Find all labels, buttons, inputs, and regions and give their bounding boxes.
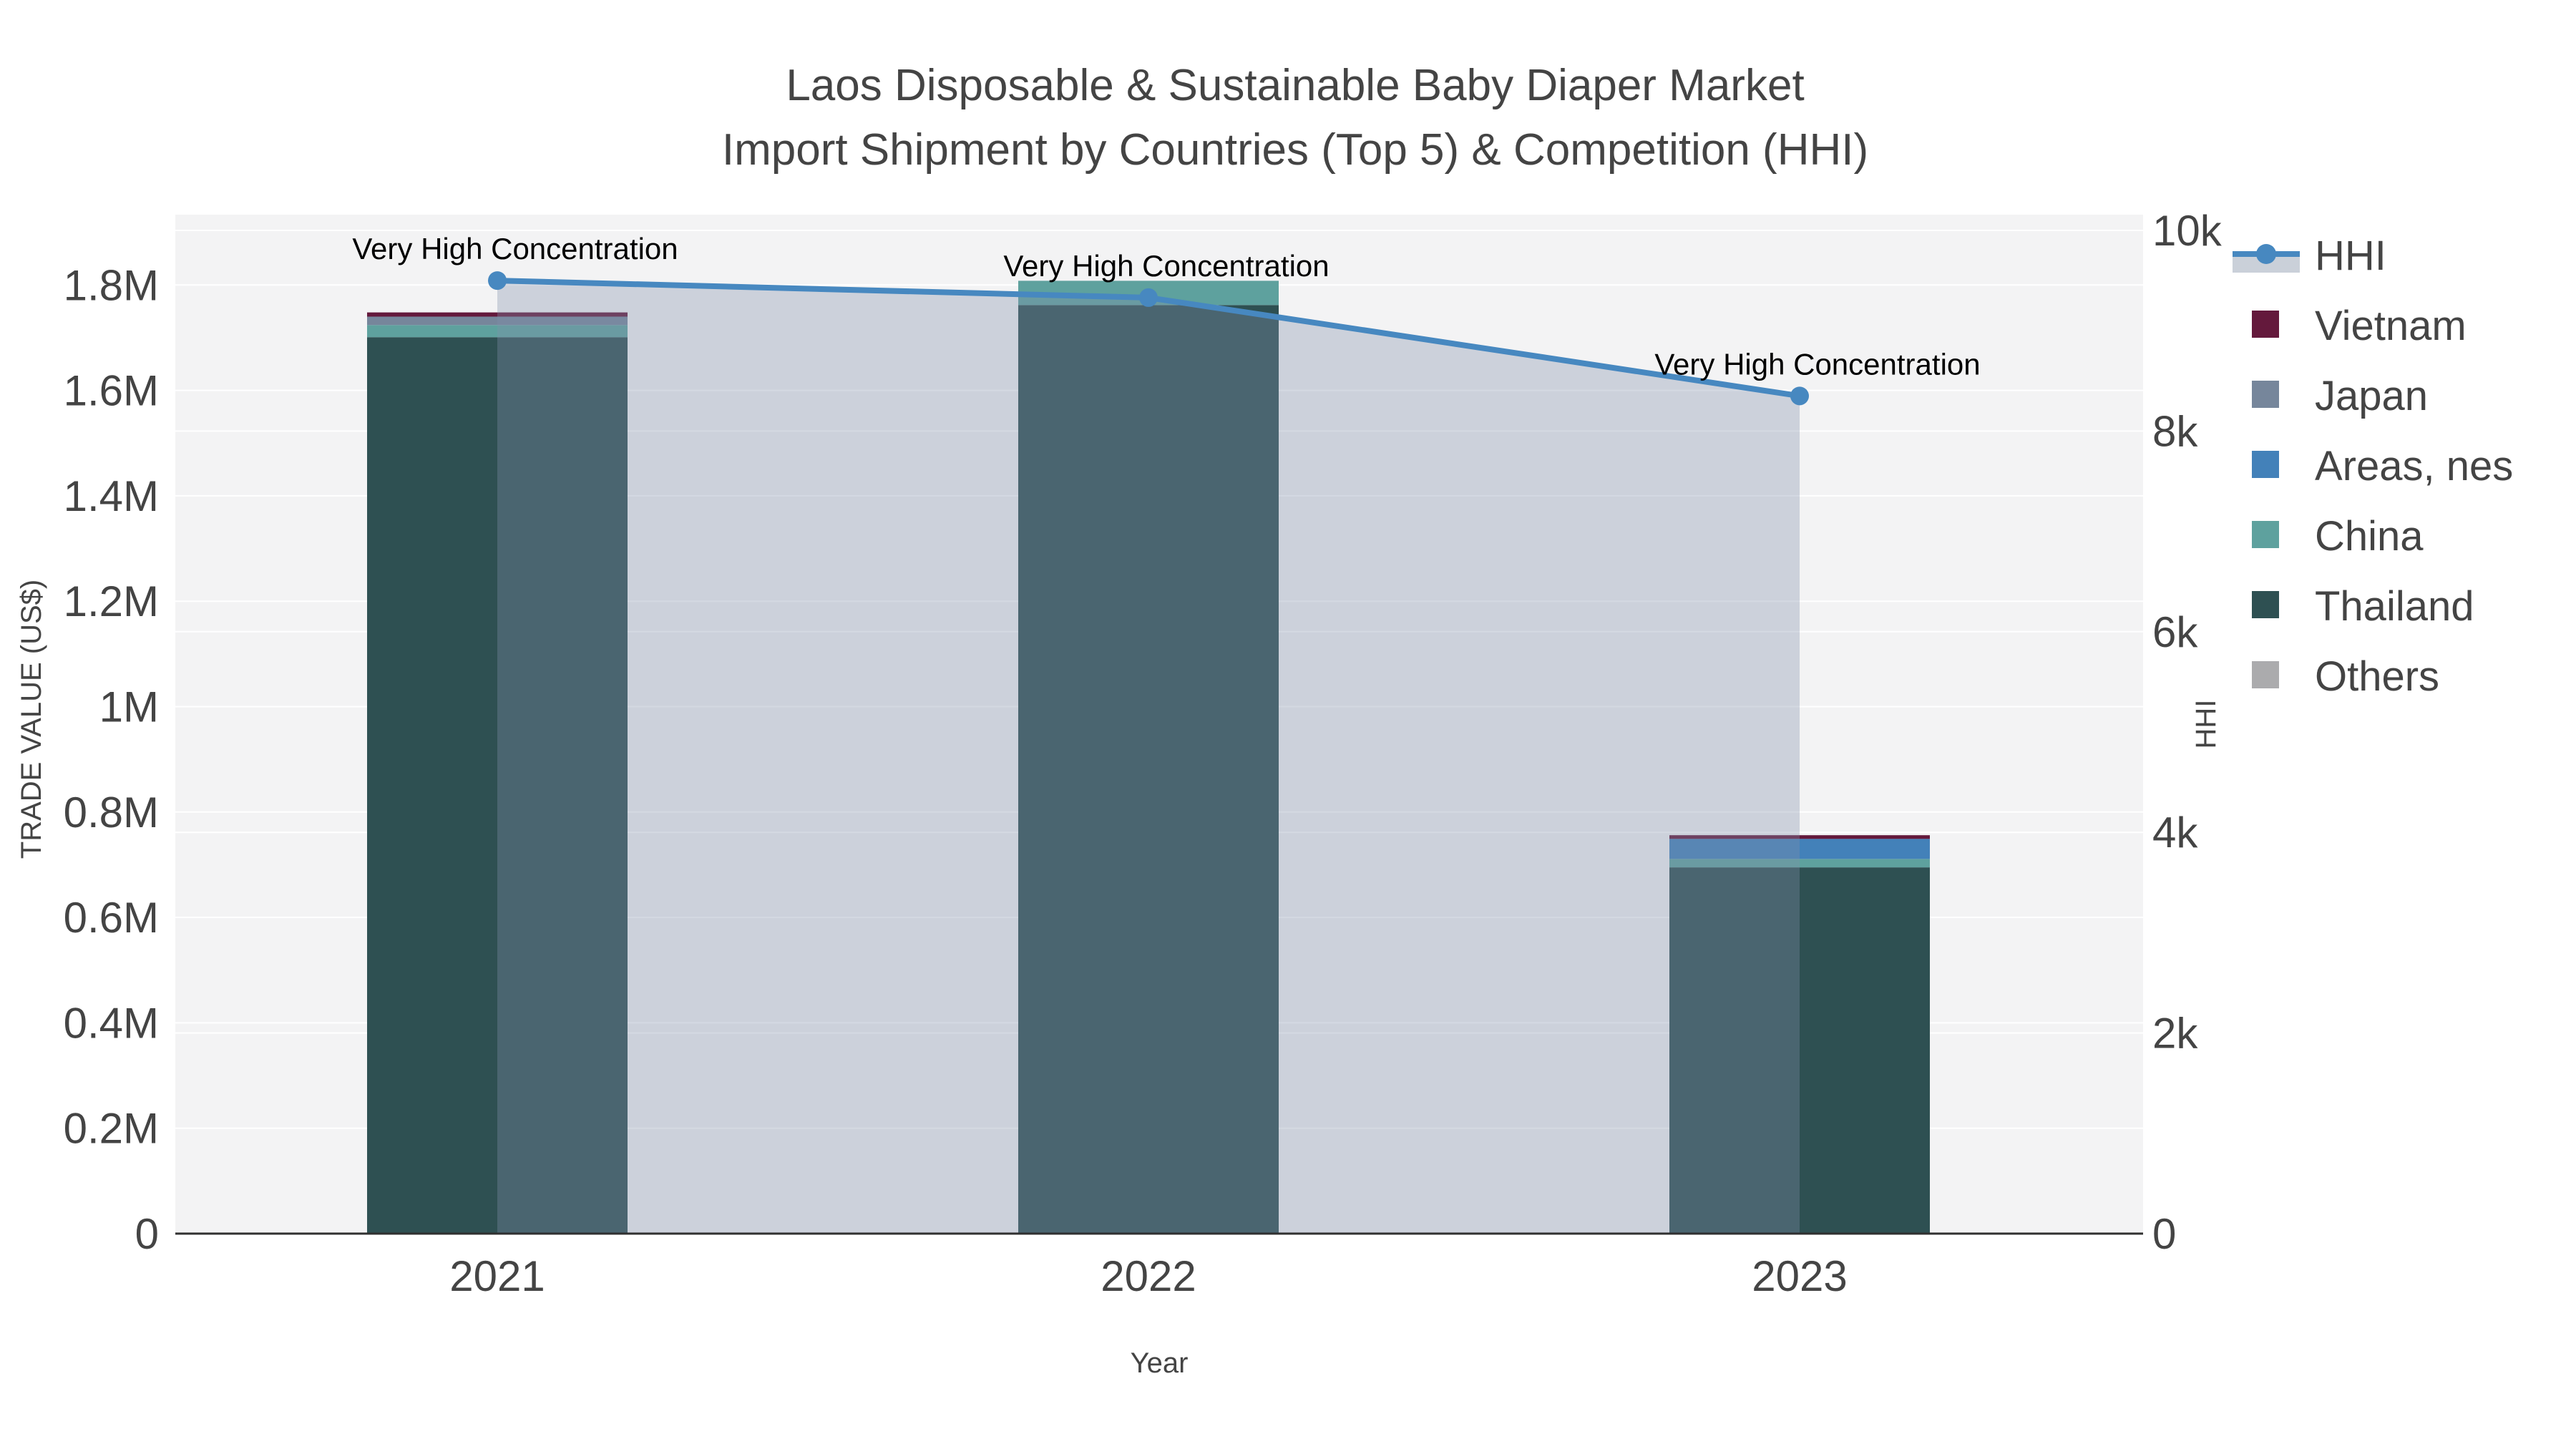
legend-item-vietnam[interactable]: Vietnam [2252, 303, 2467, 349]
right-tick-8k: 8k [2152, 407, 2198, 455]
chart-title-line1: Laos Disposable & Sustainable Baby Diape… [786, 61, 1804, 110]
legend-label-hhi: HHI [2315, 233, 2386, 279]
x-axis-title: Year [1131, 1347, 1189, 1379]
diaper-market-chart: 0 0.2M 0.4M 0.6M 0.8M 1M 1.2M 1.4M 1.6M 1.8M 0 2k 4k… [16, 61, 2513, 1379]
legend-swatch-vietnam [2252, 311, 2279, 338]
left-tick-1.6M: 1.6M [64, 367, 159, 415]
right-tick-2k: 2k [2152, 1010, 2198, 1058]
right-tick-6k: 6k [2152, 608, 2198, 656]
left-tick-0.4M: 0.4M [64, 999, 159, 1047]
legend-label-others: Others [2315, 653, 2439, 700]
left-tick-1M: 1M [99, 683, 159, 731]
legend-label-vietnam: Vietnam [2315, 303, 2467, 349]
x-tick-2022: 2022 [1101, 1252, 1196, 1300]
legend-item-hhi[interactable]: HHI [2233, 233, 2386, 279]
legend-label-areas-nes: Areas, nes [2315, 443, 2513, 489]
legend-item-thailand[interactable]: Thailand [2252, 583, 2474, 630]
hhi-marker-2021[interactable] [488, 271, 507, 291]
left-tick-1.4M: 1.4M [64, 472, 159, 520]
legend-label-china: China [2315, 513, 2424, 560]
left-tick-0.2M: 0.2M [64, 1105, 159, 1153]
legend: HHI Vietnam Japan Areas, nes China Thailand Ot… [2233, 233, 2513, 700]
legend-label-japan: Japan [2315, 373, 2428, 419]
left-axis-title: TRADE VALUE (US$) [16, 580, 47, 859]
annotation-2022: Very High Concentration [1003, 249, 1329, 283]
right-tick-10k: 10k [2152, 207, 2223, 255]
hhi-area-fill [497, 280, 1800, 1234]
annotation-2023: Very High Concentration [1654, 347, 1980, 381]
left-tick-1.2M: 1.2M [64, 577, 159, 625]
hhi-area-layer [497, 280, 1800, 1234]
hhi-marker-2022[interactable] [1139, 288, 1158, 307]
legend-swatch-thailand [2252, 591, 2279, 618]
right-axis-title: HHI [2190, 700, 2222, 749]
left-tick-0: 0 [135, 1210, 159, 1258]
legend-item-areas-nes[interactable]: Areas, nes [2252, 443, 2513, 489]
hhi-legend-marker-icon [2256, 244, 2276, 264]
legend-item-others[interactable]: Others [2252, 653, 2439, 700]
x-tick-2023: 2023 [1752, 1252, 1847, 1300]
left-tick-0.6M: 0.6M [64, 894, 159, 942]
annotation-2021: Very High Concentration [352, 232, 678, 265]
left-tick-0.8M: 0.8M [64, 789, 159, 836]
legend-label-thailand: Thailand [2315, 583, 2474, 630]
legend-item-japan[interactable]: Japan [2252, 373, 2428, 419]
right-tick-4k: 4k [2152, 809, 2198, 857]
legend-swatch-china [2252, 521, 2279, 548]
hhi-marker-2023[interactable] [1790, 386, 1809, 406]
legend-item-china[interactable]: China [2252, 513, 2424, 560]
chart-title-line2: Import Shipment by Countries (Top 5) & C… [722, 125, 1868, 175]
chart-page: 0 0.2M 0.4M 0.6M 0.8M 1M 1.2M 1.4M 1.6M 1.8M 0 2k 4k… [0, 0, 2576, 1449]
x-tick-2021: 2021 [449, 1252, 545, 1300]
right-tick-0: 0 [2152, 1210, 2176, 1258]
legend-swatch-japan [2252, 381, 2279, 408]
legend-swatch-areas-nes [2252, 451, 2279, 478]
legend-swatch-others [2252, 661, 2279, 688]
left-tick-1.8M: 1.8M [64, 261, 159, 309]
